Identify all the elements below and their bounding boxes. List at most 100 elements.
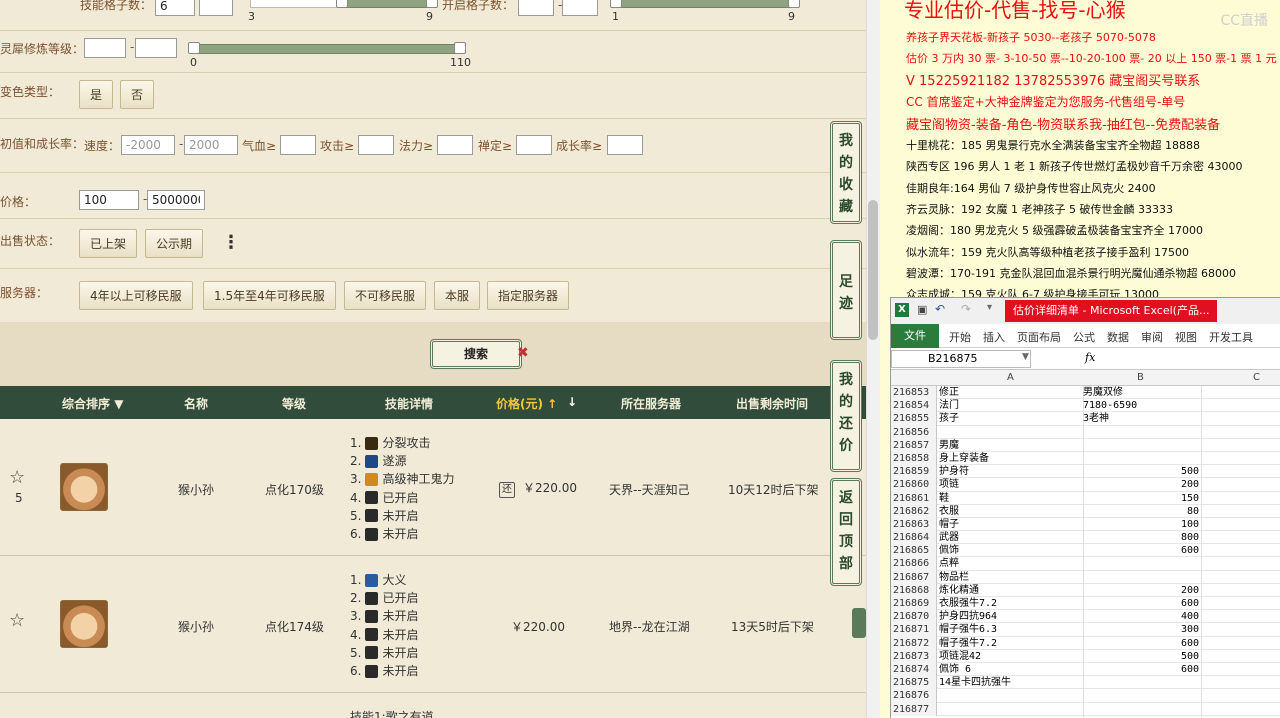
row-number[interactable]: 216875 (891, 676, 937, 690)
price-min-input[interactable] (79, 190, 139, 210)
open-slots-max-input[interactable] (562, 0, 598, 16)
ribbon-tab[interactable]: 文件 (891, 324, 939, 348)
color-no-button[interactable]: 否 (120, 80, 155, 109)
cell-a[interactable]: 武器 (939, 531, 1083, 544)
cell-b[interactable]: 80 (1083, 505, 1201, 518)
cell-a[interactable]: 帽子强牛7.2 (939, 637, 1083, 650)
row-number[interactable]: 216871 (891, 623, 937, 637)
cell-a[interactable]: 孩子 (939, 412, 1083, 425)
server-option-4y[interactable]: 4年以上可移民服 (79, 281, 193, 310)
table-row[interactable]: ☆ 5 猴小孙 点化170级 1. 分裂攻击 2. 遂源 3. 高级神工鬼力 4. 已开启 5.… (0, 419, 866, 556)
skill-item[interactable]: 1. 大义 (350, 571, 418, 589)
name-box-dropdown-icon[interactable]: ▼ (1022, 352, 1029, 362)
table-row[interactable]: 216863 帽子 100 (891, 517, 1280, 532)
cell-b[interactable]: 600 (1083, 597, 1201, 610)
my-favorites-tab[interactable]: 我的收藏 (830, 121, 862, 224)
table-row[interactable]: 216860 项链 200 (891, 478, 1280, 492)
table-row[interactable]: ☆ 猴小孙 点化174级 1. 大义 2. 已开启 3. 未开启 4. 未开启 5. 未开启 6. 未… (0, 556, 866, 693)
cell-b[interactable]: 500 (1083, 465, 1201, 478)
cell-b[interactable]: 600 (1083, 663, 1201, 676)
table-row[interactable]: 216871 帽子强牛6.3 300 (891, 623, 1280, 637)
open-slots-min-input[interactable] (518, 0, 554, 16)
cell-b[interactable]: 500 (1083, 650, 1201, 663)
cell-b[interactable]: 600 (1083, 544, 1201, 557)
bargain-tag[interactable]: 还 (499, 482, 515, 498)
row-number[interactable]: 216855 (891, 412, 937, 426)
table-row[interactable]: 216869 衣服强牛7.2 600 (891, 597, 1280, 611)
cell-a[interactable]: 佩饰 6 (939, 663, 1083, 676)
quick-access-dropdown-icon[interactable]: ▾ (987, 302, 992, 313)
table-row[interactable]: 216866 点粹 (891, 557, 1280, 571)
ribbon-tab[interactable]: 视图 (1175, 329, 1197, 345)
cell-a[interactable]: 项链混42 (939, 650, 1083, 663)
spirit-slider-knob-min[interactable] (188, 42, 200, 54)
server-option-specific[interactable]: 指定服务器 (487, 281, 570, 310)
table-row[interactable]: 216861 鞋 150 (891, 491, 1280, 505)
skill-item[interactable]: 1. 分裂攻击 (350, 434, 454, 452)
price-max-input[interactable] (147, 190, 205, 210)
cell-a[interactable]: 鞋 (939, 492, 1083, 505)
more-options-icon[interactable]: ⋮ (222, 232, 240, 253)
back-to-top-tab[interactable]: 返回顶部 (830, 478, 862, 586)
page-scrollbar-thumb[interactable] (868, 200, 878, 340)
row-number[interactable]: 216863 (891, 517, 937, 532)
row-number[interactable]: 216868 (891, 583, 937, 597)
row-number[interactable]: 216862 (891, 504, 937, 518)
cell-b[interactable]: 3老神 (1083, 412, 1201, 425)
table-row[interactable]: 216855 孩子 3老神 (891, 412, 1280, 426)
speed-max-input[interactable] (184, 135, 238, 155)
cell-a[interactable]: 炼化精通 (939, 584, 1083, 597)
row-number[interactable]: 216853 (891, 386, 937, 400)
price-header[interactable]: 价格(元) ↑ (496, 395, 557, 412)
skill-item[interactable]: 3. 高级神工鬼力 (350, 470, 454, 488)
row-number[interactable]: 216873 (891, 649, 937, 663)
mag-input[interactable] (437, 135, 473, 155)
skill-item[interactable]: 4. 已开启 (350, 489, 454, 507)
cell-a[interactable]: 男魔 (939, 439, 1083, 452)
row-number[interactable]: 216877 (891, 702, 937, 716)
cell-a[interactable]: 14星卡四抗强牛 (939, 676, 1083, 689)
row-number[interactable]: 216861 (891, 491, 937, 505)
skill-slider-knob-max[interactable] (426, 0, 438, 8)
search-button[interactable]: 搜索 (430, 339, 522, 369)
ribbon-tab[interactable]: 审阅 (1141, 329, 1163, 345)
table-row[interactable]: 216853 修正 男魔双修 (891, 386, 1280, 400)
row-number[interactable]: 216876 (891, 689, 937, 703)
cell-a[interactable]: 修正 (939, 386, 1083, 399)
side-tab-edge[interactable] (852, 608, 866, 638)
skill-item[interactable]: 2. 遂源 (350, 452, 454, 470)
speed-min-input[interactable] (121, 135, 175, 155)
row-number[interactable]: 216859 (891, 465, 937, 479)
sort-header[interactable]: 综合排序 ▼ (62, 395, 123, 412)
table-row[interactable]: 216862 衣服 80 (891, 504, 1280, 518)
cell-a[interactable]: 法门 (939, 399, 1083, 412)
row-number[interactable]: 216854 (891, 399, 937, 413)
table-row[interactable]: 216873 项链混42 500 (891, 649, 1280, 663)
skill-item[interactable]: 6. 未开启 (350, 662, 418, 680)
table-row[interactable]: 216870 护身四抗964 400 (891, 610, 1280, 624)
table-row[interactable]: 216877 (891, 702, 1280, 716)
color-yes-button[interactable]: 是 (79, 80, 114, 109)
ribbon-tab[interactable]: 开发工具 (1209, 329, 1253, 345)
fx-icon[interactable]: fx (1085, 351, 1095, 364)
sort-down-icon[interactable]: ↓ (567, 395, 577, 409)
row-number[interactable]: 216860 (891, 478, 937, 492)
row-number[interactable]: 216856 (891, 425, 937, 439)
skill-item[interactable]: 4. 未开启 (350, 626, 418, 644)
cell-b[interactable]: 200 (1083, 584, 1201, 597)
row-number[interactable]: 216857 (891, 438, 937, 452)
row-number[interactable]: 216869 (891, 597, 937, 611)
open-slider-knob-min[interactable] (610, 0, 622, 8)
pet-avatar[interactable] (60, 600, 108, 648)
table-row[interactable]: 216865 佩饰 600 (891, 544, 1280, 558)
column-header-c[interactable]: C (1253, 372, 1260, 383)
open-slider-knob-max[interactable] (788, 0, 800, 8)
cell-b[interactable]: 200 (1083, 478, 1201, 491)
server-option-no-migrate[interactable]: 不可移民服 (344, 281, 427, 310)
undo-icon[interactable]: ↶ (935, 302, 945, 316)
cell-b[interactable]: 7180-6590 (1083, 399, 1201, 412)
skill-slider-knob-min[interactable] (336, 0, 348, 8)
server-option-this[interactable]: 本服 (434, 281, 481, 310)
table-row[interactable]: 216875 14星卡四抗强牛 (891, 676, 1280, 690)
row-number[interactable]: 216858 (891, 451, 937, 466)
